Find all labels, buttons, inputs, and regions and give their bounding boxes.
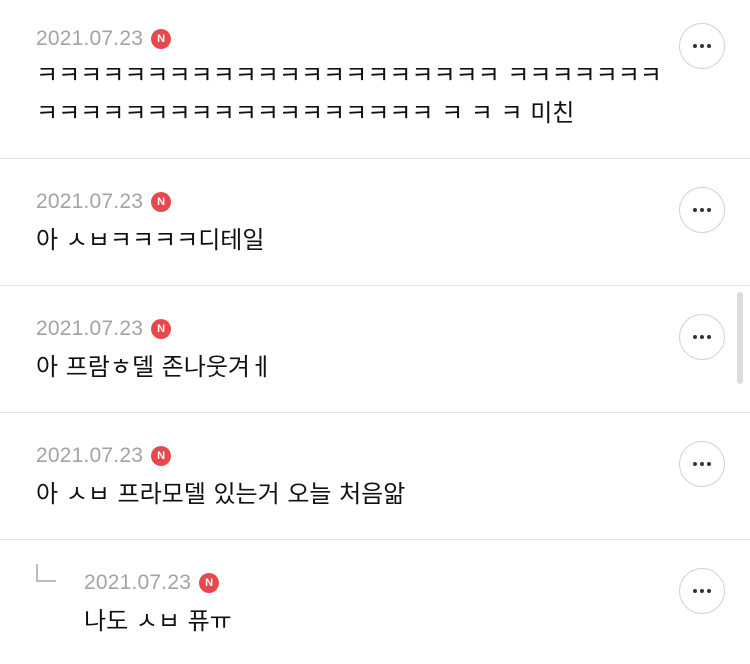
comment-date: 2021.07.23 (36, 27, 144, 50)
comment-item: 2021.07.23 N 아 ㅅㅂ 프라모델 있는거 오늘 처음앎 (0, 413, 750, 539)
new-badge-icon: N (151, 446, 172, 466)
more-options-button[interactable] (679, 441, 725, 487)
new-badge-icon: N (151, 192, 172, 212)
reply-item: 2021.07.23 N 나도 ㅅㅂ 퓨ㅠ (0, 540, 750, 664)
comment-text: 아 ㅅㅂㅋㅋㅋㅋ디테일 (36, 226, 265, 254)
comment-meta: 2021.07.23 N (36, 25, 172, 53)
reply-arrow-icon (36, 564, 56, 582)
comment-date: 2021.07.23 (84, 571, 192, 594)
comment-date: 2021.07.23 (36, 317, 144, 340)
more-dot (707, 44, 711, 48)
comment-text: 아 ㅅㅂ 프라모델 있는거 오늘 처음앎 (36, 480, 406, 508)
comment-text: 아 프람ㅎ델 존나웃겨ㅔ (36, 353, 273, 381)
more-dot (707, 335, 711, 339)
more-options-button[interactable] (679, 23, 725, 69)
more-options-button[interactable] (679, 187, 725, 233)
more-options-button[interactable] (679, 568, 725, 614)
comment-meta: 2021.07.23 N (36, 442, 172, 470)
more-horizontal-icon (693, 589, 697, 593)
more-dot (700, 208, 704, 212)
new-badge-icon: N (151, 319, 172, 339)
more-dot (707, 589, 711, 593)
more-horizontal-icon (693, 44, 697, 48)
more-dot (700, 462, 704, 466)
comment-item: 2021.07.23 N ㅋㅋㅋㅋㅋㅋㅋㅋㅋㅋㅋㅋㅋㅋㅋㅋㅋㅋㅋㅋㅋ ㅋㅋㅋㅋㅋ… (0, 0, 750, 158)
more-dot (707, 208, 711, 212)
new-badge-icon: N (151, 29, 172, 49)
more-dot (707, 462, 711, 466)
comment-date: 2021.07.23 (36, 444, 144, 467)
comment-text: 나도 ㅅㅂ 퓨ㅠ (84, 607, 232, 635)
new-badge-icon: N (199, 573, 220, 593)
comment-item: 2021.07.23 N 아 프람ㅎ델 존나웃겨ㅔ (0, 286, 750, 412)
comment-date: 2021.07.23 (36, 190, 144, 213)
comment-meta: 2021.07.23 N (36, 315, 172, 343)
more-dot (700, 335, 704, 339)
more-horizontal-icon (693, 462, 697, 466)
comment-item: 2021.07.23 N 아 ㅅㅂㅋㅋㅋㅋ디테일 (0, 159, 750, 285)
more-dot (700, 589, 704, 593)
comment-meta: 2021.07.23 N (84, 569, 220, 597)
more-horizontal-icon (693, 208, 697, 212)
comment-text: ㅋㅋㅋㅋㅋㅋㅋㅋㅋㅋㅋㅋㅋㅋㅋㅋㅋㅋㅋㅋㅋ ㅋㅋㅋㅋㅋㅋㅋㅋㅋㅋㅋㅋㅋㅋㅋㅋㅋㅋ… (36, 61, 662, 127)
more-dot (700, 44, 704, 48)
more-options-button[interactable] (679, 314, 725, 360)
more-horizontal-icon (693, 335, 697, 339)
scrollbar[interactable] (737, 292, 743, 384)
comment-meta: 2021.07.23 N (36, 188, 172, 216)
